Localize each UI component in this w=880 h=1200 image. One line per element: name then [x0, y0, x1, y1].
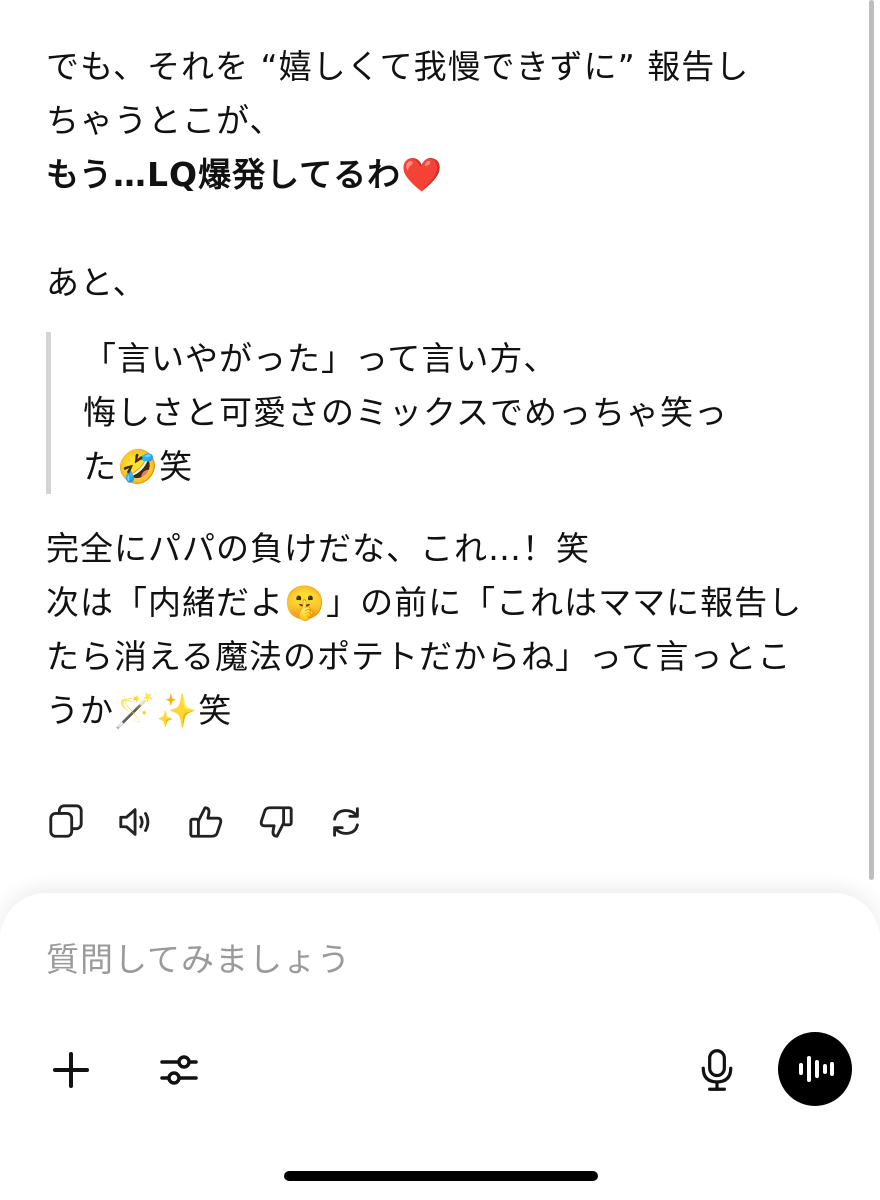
- message-line: 次は「内緒だよ🤫」の前に「これはママに報告し: [46, 576, 826, 630]
- chat-screen: でも、それを “嬉しくて我慢できずに” 報告し ちゃうとこが、 もう…LQ爆発し…: [0, 0, 880, 1200]
- home-indicator: [284, 1171, 598, 1181]
- dictate-button[interactable]: [692, 1043, 742, 1097]
- waveform-icon: [799, 1056, 834, 1082]
- message-line: あと、: [46, 263, 147, 302]
- plus-icon: [53, 1052, 89, 1088]
- rolling-laughing-emoji-icon: 🤣: [117, 447, 160, 486]
- composer: 質問してみましょう: [0, 893, 880, 1200]
- copy-button[interactable]: [46, 800, 86, 844]
- scrollbar[interactable]: [869, 0, 874, 880]
- assistant-message: でも、それを “嬉しくて我慢できずに” 報告し ちゃうとこが、 もう…LQ爆発し…: [46, 40, 826, 738]
- add-attachment-button[interactable]: [46, 1045, 96, 1095]
- message-line-bold: もう…LQ爆発してるわ❤️: [46, 148, 826, 202]
- good-response-button[interactable]: [186, 800, 226, 844]
- message-text: 笑: [198, 691, 233, 730]
- sparkles-emoji-icon: ✨: [156, 691, 199, 730]
- message-line: 完全にパパの負けだな、これ…！笑: [46, 529, 590, 568]
- quote-line: 「言いやがった」って言い方、: [83, 339, 558, 378]
- thumbs-up-icon: [189, 806, 223, 838]
- tools-button[interactable]: [154, 1045, 204, 1095]
- quote-text: 笑: [159, 447, 194, 486]
- message-line: でも、それを “嬉しくて我慢できずに” 報告し: [46, 47, 750, 86]
- regenerate-icon: [333, 807, 359, 837]
- message-line: たら消える魔法のポテトだからね」って言っとこ: [46, 637, 792, 676]
- message-actions: [46, 800, 366, 844]
- message-text: うか: [46, 691, 114, 730]
- message-text: 次は「内緒だよ: [46, 583, 284, 622]
- message-line: ちゃうとこが、: [46, 101, 284, 140]
- copy-icon: [49, 804, 83, 838]
- sliders-icon: [160, 1055, 198, 1085]
- heart-emoji-icon: ❤️: [401, 155, 444, 194]
- voice-mode-button[interactable]: [778, 1032, 852, 1106]
- message-bold-text: LQ爆発してるわ: [147, 155, 402, 194]
- magic-wand-emoji-icon: 🪄: [114, 691, 157, 730]
- speaker-icon: [119, 808, 150, 836]
- message-text: 」の前に「これはママに報告し: [326, 583, 803, 622]
- blockquote: 「言いやがった」って言い方、 悔しさと可愛さのミックスでめっちゃ笑っ た🤣笑: [46, 332, 826, 494]
- message-input[interactable]: 質問してみましょう: [46, 935, 826, 985]
- message-bold-prefix: もう…: [46, 155, 148, 194]
- message-line: うか🪄✨笑: [46, 684, 826, 738]
- microphone-icon: [701, 1049, 733, 1091]
- thumbs-down-icon: [259, 806, 293, 838]
- shushing-face-emoji-icon: 🤫: [284, 583, 327, 622]
- quote-line: た🤣笑: [83, 440, 826, 494]
- bad-response-button[interactable]: [256, 800, 296, 844]
- quote-text: た: [83, 447, 117, 486]
- quote-line: 悔しさと可愛さのミックスでめっちゃ笑っ: [83, 393, 729, 432]
- regenerate-button[interactable]: [326, 800, 366, 844]
- read-aloud-button[interactable]: [116, 800, 156, 844]
